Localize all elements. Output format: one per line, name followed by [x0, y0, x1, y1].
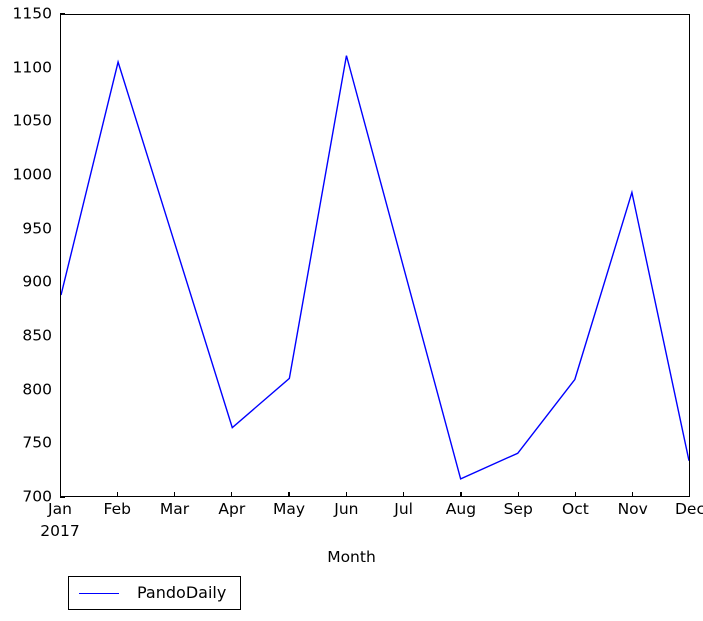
y-axis-tick-label: 900	[22, 272, 52, 291]
y-axis-tick-label: 1050	[12, 111, 52, 130]
legend-swatch-pandodaily	[79, 592, 119, 594]
y-axis-tick-label: 700	[22, 487, 52, 506]
x-axis-tick-label: Oct	[562, 500, 589, 518]
y-axis-tick-label: 950	[22, 218, 52, 237]
x-axis-tick-label: Jul	[394, 500, 413, 518]
x-axis-tick-mark	[173, 492, 176, 497]
y-axis-tick-label: 850	[22, 326, 52, 345]
x-axis-tick-label: Feb	[103, 500, 131, 518]
x-axis-tick-label: Apr	[218, 500, 246, 518]
pandodaily-polyline	[61, 56, 689, 479]
y-axis-tick-label: 1150	[12, 4, 52, 23]
x-axis-tick-label: Jun	[334, 500, 359, 518]
x-axis-tick-label: Nov	[617, 500, 648, 518]
series-line-pandodaily	[61, 15, 689, 496]
x-axis-year-label: 2017	[40, 522, 80, 540]
x-axis-tick-mark	[116, 492, 118, 497]
legend-label-pandodaily: PandoDaily	[137, 583, 227, 602]
x-axis-tick-mark	[345, 492, 347, 497]
plot-area	[60, 14, 690, 497]
x-axis-tick-mark	[231, 492, 233, 497]
x-axis-tick-label: May	[273, 500, 306, 518]
x-axis-tick-label: Sep	[503, 500, 533, 518]
chart-figure: 700 750 800 850 900 950 1000 1050 1100 1150 Jan Fe…	[0, 0, 703, 621]
chart-legend: PandoDaily	[68, 576, 242, 610]
x-axis-tick-label: Jan	[48, 500, 72, 518]
x-axis-title: Month	[327, 548, 376, 566]
x-axis-tick-mark	[288, 492, 290, 497]
x-axis-tick-mark	[517, 492, 519, 497]
x-axis-tick-mark	[402, 492, 405, 497]
x-axis-tick-label: Dec	[675, 500, 703, 518]
x-axis-tick-label: Aug	[445, 500, 477, 518]
y-axis-tick-label: 1000	[12, 165, 52, 184]
x-axis-tick-label: Mar	[159, 500, 190, 518]
y-axis-tick-label: 750	[22, 433, 52, 452]
x-axis-tick-mark	[574, 492, 577, 497]
x-axis-tick-mark	[460, 492, 462, 497]
y-axis-tick-label: 800	[22, 379, 52, 398]
x-axis-tick-mark	[632, 492, 634, 497]
y-axis-tick-label: 1100	[12, 57, 52, 76]
